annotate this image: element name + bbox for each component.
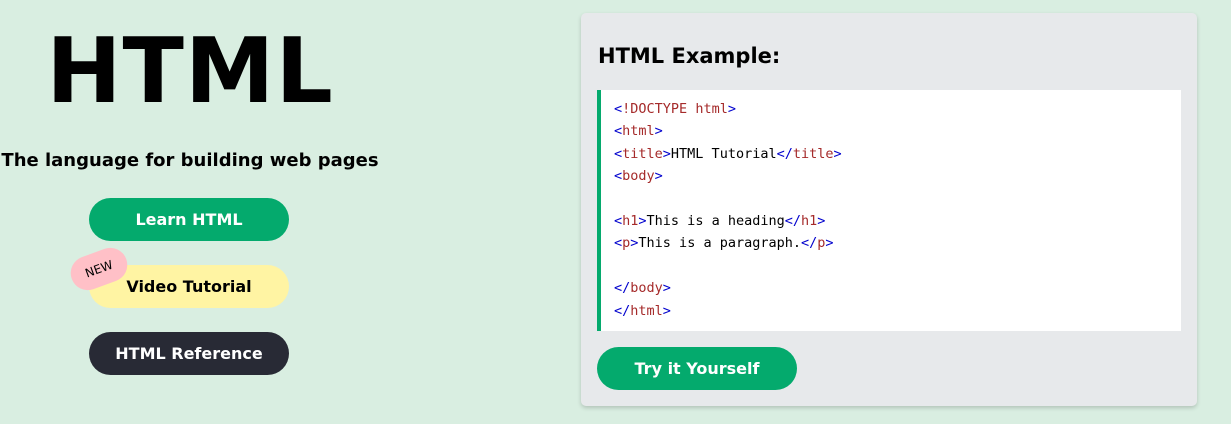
example-heading: HTML Example: xyxy=(598,44,781,68)
code-bracket: > xyxy=(654,168,663,185)
code-doctype: !DOCTYPE xyxy=(622,101,688,117)
code-text: HTML Tutorial xyxy=(670,145,777,162)
code-line: </html> xyxy=(614,300,1181,322)
tagline: The language for building web pages xyxy=(1,150,379,171)
code-tag: h1 xyxy=(622,212,639,229)
code-bracket: > xyxy=(727,101,736,117)
code-bracket: < xyxy=(614,235,623,252)
code-tag: title xyxy=(792,145,834,162)
code-bracket: < xyxy=(614,101,623,117)
code-line: <html> xyxy=(614,120,1181,142)
code-line: <h1>This is a heading</h1> xyxy=(614,210,1181,232)
code-line: </body> xyxy=(614,277,1181,299)
code-bracket: </ xyxy=(614,302,631,319)
learn-html-button[interactable]: Learn HTML xyxy=(89,198,289,241)
code-tag: title xyxy=(622,145,663,162)
code-bracket: > xyxy=(833,145,842,162)
code-tag: body xyxy=(630,280,663,297)
code-example: <!DOCTYPE html> <html> <title>HTML Tutor… xyxy=(597,90,1181,331)
code-bracket: </ xyxy=(776,145,793,162)
code-bracket: </ xyxy=(800,235,818,252)
code-bracket: < xyxy=(614,168,623,185)
html-reference-button[interactable]: HTML Reference xyxy=(89,332,289,375)
code-bracket: </ xyxy=(614,280,631,297)
code-line: <title>HTML Tutorial</title> xyxy=(614,143,1181,165)
code-bracket: </ xyxy=(784,212,801,229)
code-bracket: > xyxy=(817,212,826,229)
code-tag: html xyxy=(622,123,655,140)
code-tag: h1 xyxy=(800,212,818,229)
example-panel: HTML Example: <!DOCTYPE html> <html> <ti… xyxy=(581,13,1197,406)
code-bracket: < xyxy=(614,212,623,229)
code-bracket: > xyxy=(662,145,671,162)
code-tag: body xyxy=(622,168,655,185)
code-bracket: > xyxy=(825,235,834,252)
code-line: <body> xyxy=(614,165,1181,187)
code-bracket: > xyxy=(662,302,671,319)
code-bracket: > xyxy=(638,212,647,229)
code-line: <!DOCTYPE html> xyxy=(614,98,1181,120)
code-bracket: < xyxy=(614,123,623,140)
code-tag: html xyxy=(630,302,663,319)
code-bracket: > xyxy=(654,123,663,140)
code-text: This is a heading xyxy=(646,212,785,229)
code-line: <p>This is a paragraph.</p> xyxy=(614,232,1181,254)
code-tag: html xyxy=(695,101,728,117)
code-text: This is a paragraph. xyxy=(638,235,801,252)
hero-section: HTML The language for building web pages… xyxy=(0,0,380,424)
code-bracket: > xyxy=(662,280,671,297)
page-title: HTML xyxy=(46,19,334,124)
try-it-yourself-button[interactable]: Try it Yourself xyxy=(597,347,797,390)
code-bracket: < xyxy=(614,145,623,162)
